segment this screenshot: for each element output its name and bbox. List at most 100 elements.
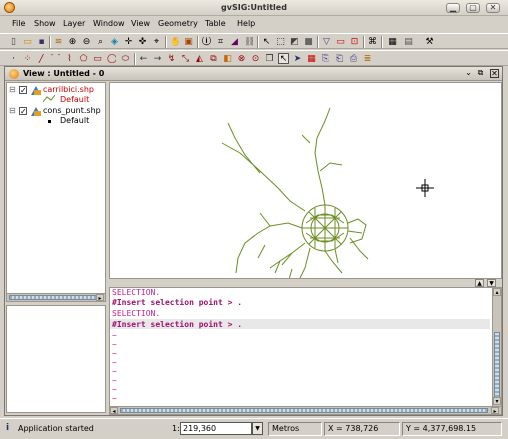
toolbar-separator (49, 36, 51, 48)
select-pointer-icon[interactable]: ↖ (261, 36, 272, 47)
new-project-icon[interactable]: ▯ (8, 36, 19, 47)
menu-show[interactable]: Show (34, 19, 56, 28)
scroll-right-arrow-icon[interactable]: ▸ (96, 294, 104, 302)
paste-feature-icon[interactable]: ⎙ (348, 53, 359, 64)
copy-icon[interactable]: ❐ (264, 53, 275, 64)
multipoint-icon[interactable]: ⁘ (22, 53, 33, 64)
menu-file[interactable]: File (12, 19, 25, 28)
tree-expand-icon[interactable]: ⊟ (9, 106, 16, 115)
rectangle-icon[interactable]: ▭ (92, 53, 103, 64)
ellipse-icon[interactable]: ⬭ (120, 53, 131, 64)
move-right-icon[interactable]: → (152, 53, 163, 64)
table-icon[interactable]: ▦ (387, 36, 398, 47)
view-title: View : Untitled - 0 (23, 69, 105, 78)
layer-checkbox-cons-punt[interactable]: ✓ (19, 107, 27, 116)
menu-layer[interactable]: Layer (63, 19, 85, 28)
rotate-icon[interactable]: ↯ (166, 53, 177, 64)
zoom-full-icon[interactable]: ✛ (123, 36, 134, 47)
console-line: SELECTION. (112, 309, 161, 318)
polyline-icon[interactable]: ⌇ (64, 53, 75, 64)
settings-tools-icon[interactable]: ⚒ (424, 36, 435, 47)
info-icon[interactable]: ⓘ (201, 36, 212, 47)
zoom-more-icon[interactable]: ✜ (137, 36, 148, 47)
scroll-left-arrow-icon[interactable]: ◂ (110, 407, 118, 414)
layer-checkbox-carrilbici[interactable]: ✓ (19, 86, 27, 95)
attribute-table-icon[interactable]: ▦ (306, 53, 317, 64)
scale-input[interactable]: 219,360 (180, 422, 252, 435)
circle-icon[interactable]: ◯ (106, 53, 117, 64)
main-toolbar: ▯ ▭ ▪ ≋ ⊕ ⊖ ⌕ ◈ ✛ ✜ ⌖ ✋ ▣ ⓘ ⌗ ◢ ⛓ ↖ ⬚ ◩ … (0, 33, 508, 49)
toolbar-separator (257, 36, 259, 48)
line-symbol-icon (43, 95, 55, 103)
layer-name-cons-punt[interactable]: cons_punt.shp (43, 106, 101, 115)
map-canvas[interactable] (109, 82, 502, 284)
arc-icon[interactable]: ⌒ (50, 53, 61, 64)
measure-area-icon[interactable]: ◢ (229, 36, 240, 47)
command-console[interactable]: SELECTION. #Insert selection point > . S… (109, 287, 502, 415)
stack-layers-icon[interactable]: ≣ (362, 53, 373, 64)
console-vertical-scrollbar[interactable]: ▴ ▾ (492, 288, 501, 406)
zoom-select-icon[interactable]: ⌕ (95, 36, 106, 47)
locator-icon[interactable]: ▣ (183, 36, 194, 47)
add-layer-icon[interactable]: ≋ (53, 36, 64, 47)
scroll-up-arrow-icon[interactable]: ▴ (493, 288, 501, 296)
console-horizontal-scrollbar[interactable]: ◂ ▸ (110, 406, 501, 414)
menu-table[interactable]: Table (205, 19, 226, 28)
menu-geometry[interactable]: Geometry (158, 19, 198, 28)
map-console-splitter[interactable]: ▲ ▼ (109, 279, 502, 287)
toc-horizontal-scrollbar[interactable]: ▸ (7, 293, 105, 302)
scroll-thumb[interactable] (9, 295, 97, 300)
scale-dropdown-arrow-icon[interactable]: ▼ (252, 422, 263, 435)
georeference-icon[interactable]: ⌘ (367, 36, 378, 47)
symmetry-icon[interactable]: ◭ (194, 53, 205, 64)
menu-window[interactable]: Window (93, 19, 125, 28)
console-line: ~ (112, 394, 117, 403)
select-polygon-icon[interactable]: ◩ (289, 36, 300, 47)
zoom-out-icon[interactable]: ⊖ (81, 36, 92, 47)
measure-distance-icon[interactable]: ⌗ (215, 36, 226, 47)
invert-selection-icon[interactable]: ⊡ (349, 36, 360, 47)
zoom-layer-icon[interactable]: ◈ (109, 36, 120, 47)
edit-select-icon[interactable]: ↖ (278, 53, 289, 64)
zoom-back-icon[interactable]: ⌖ (151, 36, 162, 47)
open-project-icon[interactable]: ▭ (22, 36, 33, 47)
filter-icon[interactable]: ▽ (321, 36, 332, 47)
clear-selection-icon[interactable]: ▭ (335, 36, 346, 47)
save-project-icon[interactable]: ▪ (36, 36, 47, 47)
pan-icon[interactable]: ✋ (169, 36, 180, 47)
point-icon[interactable]: · (8, 53, 19, 64)
scale-icon[interactable]: ⤡ (180, 53, 191, 64)
minimize-button[interactable]: ▁ (446, 3, 460, 13)
stretch-icon[interactable]: ⧉ (208, 53, 219, 64)
zoom-in-icon[interactable]: ⊕ (67, 36, 78, 47)
menu-view[interactable]: View (131, 19, 150, 28)
close-button[interactable]: ✕ (486, 3, 500, 13)
console-line: ~ (112, 376, 117, 385)
line-icon[interactable]: ╱ (36, 53, 47, 64)
copy-feature-icon[interactable]: ⎗ (334, 53, 345, 64)
view-restore-icon[interactable]: ⧉ (476, 69, 485, 78)
split-up-arrow-icon[interactable]: ▲ (475, 279, 484, 287)
select-rectangle-icon[interactable]: ⬚ (275, 36, 286, 47)
hyperlink-icon[interactable]: ⛓ (243, 36, 254, 47)
scroll-thumb[interactable] (120, 408, 488, 413)
view-minimize-icon[interactable]: ⌄ (464, 69, 473, 78)
cut-feature-icon[interactable]: ⎘ (320, 53, 331, 64)
layer-name-carrilbici[interactable]: carrilbici.shp (43, 85, 94, 94)
scroll-thumb[interactable] (494, 332, 500, 398)
menu-help[interactable]: Help (237, 19, 255, 28)
move-left-icon[interactable]: ← (138, 53, 149, 64)
tree-expand-icon[interactable]: ⊟ (9, 85, 16, 94)
split-down-arrow-icon[interactable]: ▼ (487, 279, 496, 287)
scroll-down-arrow-icon[interactable]: ▾ (493, 397, 501, 405)
select-layer-icon[interactable]: ■ (303, 36, 314, 47)
break-icon[interactable]: ⊙ (250, 53, 261, 64)
preferences-icon[interactable]: ▤ (403, 36, 414, 47)
view-close-icon[interactable]: ✕ (490, 69, 499, 78)
edit-pointer-icon[interactable]: ➤ (292, 53, 303, 64)
explode-icon[interactable]: ⊗ (236, 53, 247, 64)
join-icon[interactable]: ◧ (222, 53, 233, 64)
polygon-icon[interactable]: ⬠ (78, 53, 89, 64)
scroll-right-arrow-icon[interactable]: ▸ (491, 407, 499, 414)
maximize-button[interactable]: ▢ (466, 3, 480, 13)
